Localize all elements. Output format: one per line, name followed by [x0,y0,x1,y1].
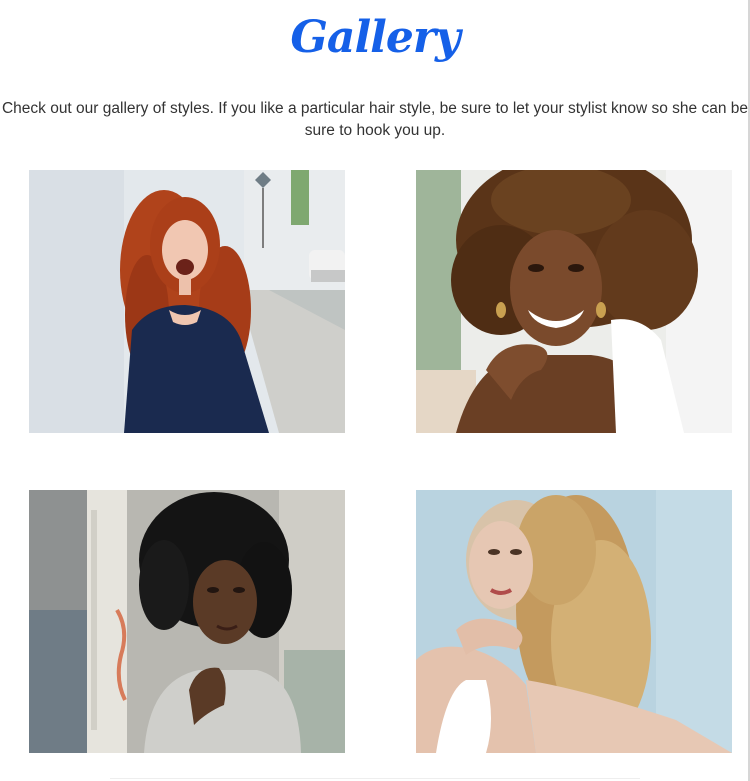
gallery-photo-blonde-curly-hair[interactable] [416,490,732,753]
black-natural-curls-photo-image [29,490,345,753]
gallery-photo-curly-red-hair[interactable] [29,170,345,433]
curly-red-hair-photo-image [29,170,345,433]
gallery-photo-black-natural-curls[interactable] [29,490,345,753]
page-title: Gallery [290,12,460,63]
gallery-photo-curly-afro[interactable] [416,170,732,433]
gallery-intro-text: Check out our gallery of styles. If you … [1,100,749,139]
blonde-curly-hair-photo-image [416,490,732,753]
curly-afro-brown-hair-photo-image [416,170,732,433]
footer-divider [110,778,640,779]
